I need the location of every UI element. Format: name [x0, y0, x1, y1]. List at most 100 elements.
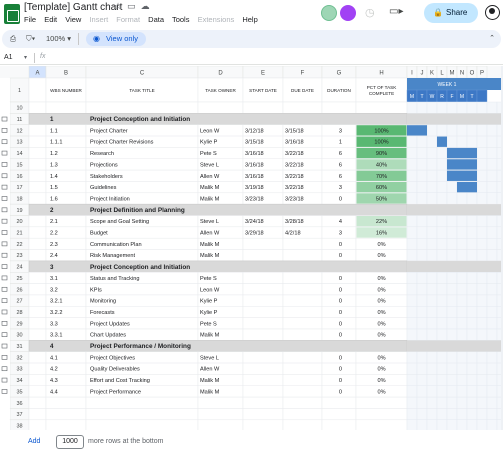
gantt-cell [416, 419, 428, 430]
section-gantt-band [407, 204, 503, 216]
zoom-value: 100% [46, 34, 66, 43]
gantt-cell [436, 124, 448, 137]
cell [28, 215, 47, 228]
gantt-cell [486, 306, 498, 318]
add-rows-button[interactable]: Add [28, 438, 40, 445]
pct-complete: 0% [377, 321, 385, 327]
column-letter: J [421, 71, 424, 77]
chevron-up-icon[interactable]: ⌃ [489, 34, 495, 42]
history-icon[interactable]: ◷ [365, 6, 375, 19]
menu-help[interactable]: Help [242, 15, 257, 24]
gantt-cell [456, 135, 468, 148]
gantt-cell [436, 408, 448, 421]
gantt-cell [436, 317, 448, 330]
gantt-cell [456, 215, 468, 228]
row-number: 12 [16, 128, 22, 134]
filter-icon[interactable]: ⛉▾ [26, 34, 35, 44]
menu-file[interactable]: File [24, 15, 36, 24]
gantt-cell [426, 385, 438, 398]
gantt-cell [466, 283, 478, 296]
print-icon[interactable]: ⎙ [10, 34, 16, 44]
gantt-cell [486, 294, 498, 307]
pct-complete: 0% [377, 276, 385, 282]
gantt-cell [446, 374, 458, 386]
gantt-cell [466, 317, 478, 330]
column-header-label: DUE DATE [291, 88, 314, 93]
cell [242, 294, 284, 307]
gantt-cell [416, 237, 428, 250]
menu-insert[interactable]: Insert [89, 15, 108, 24]
gantt-cell [426, 147, 438, 159]
gantt-cell [486, 351, 498, 364]
duration: 0 [339, 378, 342, 384]
task-owner: Kylie P [200, 299, 218, 305]
row-number: 33 [16, 367, 22, 373]
day-label: F [450, 94, 453, 100]
group-gutter [0, 351, 10, 364]
collaborator-avatar[interactable] [321, 5, 337, 21]
gantt-cell [466, 396, 478, 409]
gantt-cell [456, 226, 468, 239]
cell [242, 101, 284, 114]
gantt-cell [466, 124, 478, 137]
gantt-cell [436, 192, 448, 205]
name-box[interactable]: A1 [4, 54, 13, 61]
menu-view[interactable]: View [65, 15, 81, 24]
gantt-cell [486, 169, 498, 182]
gantt-cell [416, 328, 428, 341]
move-icon[interactable]: ▭ [127, 1, 141, 11]
sheets-logo-icon[interactable] [4, 4, 20, 24]
title-icons: ☆▭☁ [114, 1, 155, 12]
gantt-cell [416, 249, 428, 262]
gantt-cell [456, 351, 468, 364]
account-icon[interactable] [485, 5, 500, 20]
doc-title[interactable]: [Template] Gantt chart [24, 2, 122, 13]
toolbar: ⎙ ⛉▾ 100% ▾ ◉ View only ⌃ [2, 30, 501, 48]
pct-complete: 50% [376, 196, 387, 202]
gantt-cell [466, 351, 478, 364]
formula-divider [34, 53, 35, 63]
video-call-icon[interactable]: ▭▸ [389, 6, 403, 17]
share-button[interactable]: 🔒 Share [424, 3, 478, 23]
pct-complete: 0% [377, 253, 385, 259]
gantt-cell [466, 101, 478, 114]
menu-edit[interactable]: Edit [44, 15, 57, 24]
wbs-number: 1.1 [50, 128, 58, 134]
gantt-cell [446, 385, 458, 398]
chevron-down-icon[interactable]: ▾ [24, 54, 27, 61]
gantt-cell [476, 272, 488, 284]
gantt-cell [436, 328, 448, 341]
gantt-cell [406, 351, 418, 364]
group-gutter [0, 147, 10, 159]
star-icon[interactable]: ☆ [114, 1, 127, 11]
grid-canvas[interactable]: A B C D E F G H I J K L M N O P1 WBS NUMBER TASK TITLE TAS… [0, 66, 503, 430]
cloud-icon[interactable]: ☁ [141, 1, 155, 11]
spreadsheet-grid[interactable]: A B C D E F G H I J K L M N O P 1 WBS NUMBER TASK TITLE TAS… [0, 66, 503, 430]
task-title: Effort and Cost Tracking [90, 378, 150, 384]
wbs-number: 1.3 [50, 162, 58, 168]
wbs-number: 1.5 [50, 185, 58, 191]
wbs-number: 2.2 [50, 231, 58, 237]
gantt-cell [406, 328, 418, 341]
gantt-cell [446, 317, 458, 330]
rows-count-input[interactable]: 1000 [56, 435, 84, 449]
menu-extensions[interactable]: Extensions [198, 15, 235, 24]
collaborator-avatar-purple[interactable] [340, 5, 356, 21]
duration: 6 [339, 162, 342, 168]
zoom-select[interactable]: 100% ▾ [46, 34, 71, 43]
gantt-cell [426, 249, 438, 262]
group-gutter [0, 317, 10, 329]
cell [242, 237, 284, 250]
cell [355, 408, 408, 421]
gantt-cell [456, 283, 468, 296]
view-only-button[interactable]: ◉ View only [86, 32, 146, 46]
cell [355, 419, 408, 430]
menu-tools[interactable]: Tools [172, 15, 190, 24]
gantt-cell [426, 306, 438, 318]
menu-data[interactable]: Data [148, 15, 164, 24]
menu-format[interactable]: Format [116, 15, 140, 24]
row-number: 29 [16, 321, 22, 327]
task-title: Monitoring [90, 299, 116, 305]
cell [28, 158, 47, 171]
gantt-cell [446, 408, 458, 421]
